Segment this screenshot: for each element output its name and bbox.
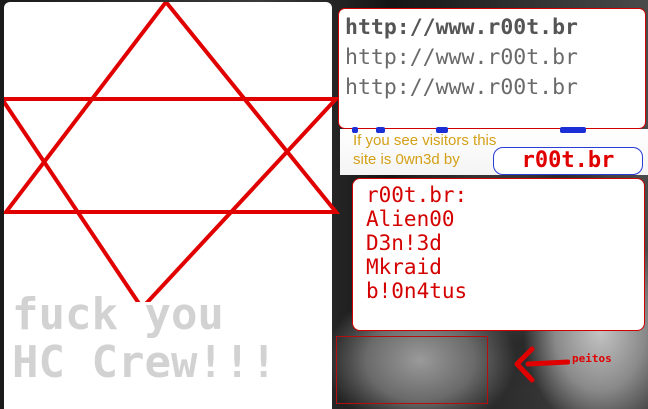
url-box: http://www.r00t.br http://www.r00t.br ht… <box>338 8 646 129</box>
url-link-1[interactable]: http://www.r00t.br <box>345 13 645 43</box>
member-name: b!0n4tus <box>366 279 468 303</box>
arrow-left-icon <box>514 346 570 383</box>
member-name: Alien00 <box>366 207 455 231</box>
brand-badge: r00t.br <box>493 147 643 175</box>
url-link-3[interactable]: http://www.r00t.br <box>345 73 645 103</box>
members-box: r00t.br: Alien00 D3n!3d Mkraid b!0n4tus <box>352 178 645 331</box>
visitor-message-line-2: site is 0wn3d by <box>353 151 460 168</box>
crew-message-line-2: HC Crew!!! <box>12 337 277 388</box>
visitor-message-line-1: If you see visitors this <box>353 132 497 149</box>
annotation-label: peitos <box>572 352 612 365</box>
member-name: D3n!3d <box>366 231 442 255</box>
left-panel: fuck you HC Crew!!! <box>4 2 340 409</box>
blue-accent-mark <box>560 127 586 133</box>
url-link-2[interactable]: http://www.r00t.br <box>345 43 645 73</box>
photo-highlight-frame <box>336 336 488 404</box>
hexagram-icon <box>4 2 340 302</box>
crew-message-line-1: fuck you <box>12 289 224 340</box>
members-heading: r00t.br: <box>366 183 468 207</box>
member-name: Mkraid <box>366 255 442 279</box>
hexagram-lower-triangle <box>4 97 340 302</box>
